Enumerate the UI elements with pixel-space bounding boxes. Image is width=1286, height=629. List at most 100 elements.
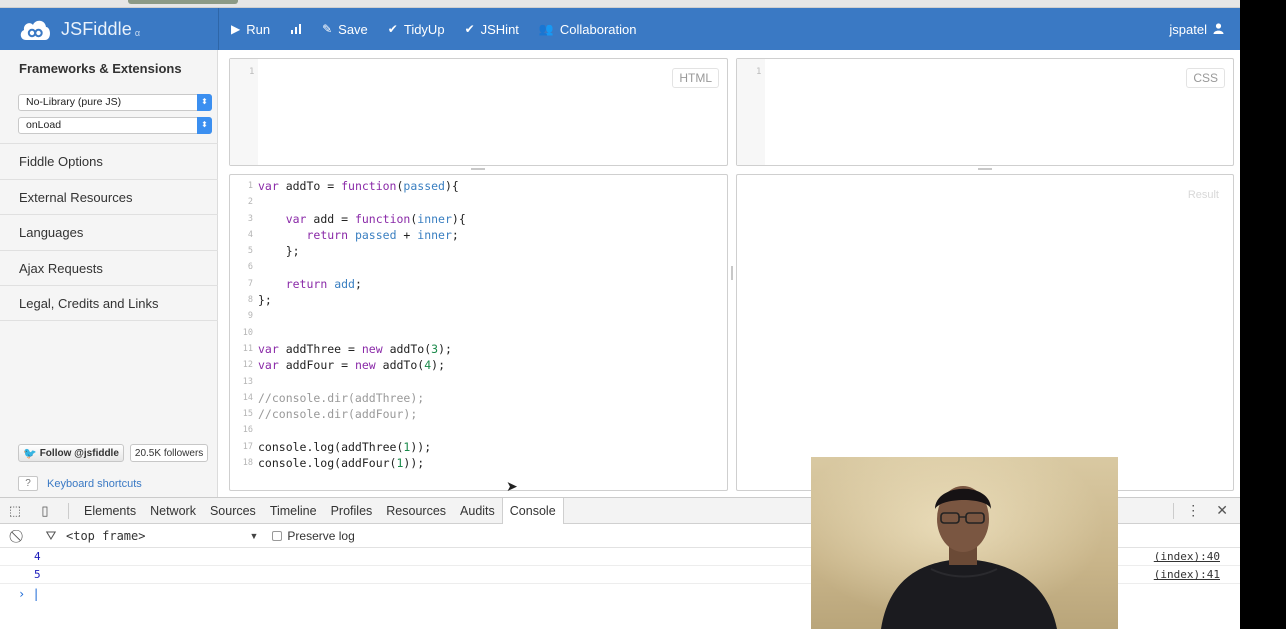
code-token: //console.dir(addFour);: [258, 407, 418, 422]
code-token: add =: [306, 211, 355, 226]
code-token: var: [258, 358, 279, 373]
code-line[interactable]: 13: [230, 374, 729, 390]
keyboard-shortcuts-link[interactable]: Keyboard shortcuts: [47, 478, 142, 490]
tab-timeline[interactable]: Timeline: [263, 498, 324, 524]
code-token: console.log(addThree(: [258, 439, 404, 454]
tidyup-label: TidyUp: [403, 21, 445, 37]
logo[interactable]: JSFiddle α: [18, 16, 140, 42]
js-code[interactable]: 1 var addTo = function(passed){2 3 var add…: [230, 178, 729, 471]
top-header: JSFiddle α ▶ Run ✎ Save ✔ TidyUp ✔ JSHin…: [0, 8, 1240, 50]
library-select[interactable]: No-Library (pure JS) ⬍: [18, 94, 212, 111]
line-number: 16: [242, 425, 253, 436]
browser-top-strip: [0, 0, 1240, 8]
code-line[interactable]: 12 var addFour = new addTo(4);: [230, 357, 729, 373]
code-token: function: [341, 179, 397, 193]
code-line[interactable]: 3 var add = function(inner){: [230, 211, 729, 227]
dropdown-arrow-icon[interactable]: ▼: [249, 531, 258, 541]
code-token: console.log(addFour(: [258, 456, 397, 471]
tab-sources[interactable]: Sources: [203, 498, 263, 524]
code-line[interactable]: 18 console.log(addFour(1));: [230, 455, 729, 471]
tab-network[interactable]: Network: [143, 498, 203, 524]
code-token: };: [258, 293, 272, 308]
code-line[interactable]: 7 return add;: [230, 276, 729, 292]
line-number: 11: [242, 343, 253, 354]
frame-select[interactable]: <top frame>: [66, 529, 145, 543]
play-icon: ▶: [231, 22, 241, 36]
save-button[interactable]: ✎ Save: [312, 8, 378, 50]
tab-elements[interactable]: Elements: [77, 498, 143, 524]
log-source-link[interactable]: (index):40: [1154, 548, 1220, 566]
html-editor-panel[interactable]: 1 HTML: [229, 58, 728, 166]
code-token: var: [258, 179, 279, 193]
code-token: add: [334, 276, 355, 291]
resize-handle-horizontal[interactable]: [978, 168, 992, 170]
resize-handle-vertical[interactable]: [731, 266, 733, 280]
line-number: 5: [247, 246, 253, 257]
code-line[interactable]: 17 console.log(addThree(1));: [230, 439, 729, 455]
tab-console[interactable]: Console: [501, 497, 564, 524]
close-icon[interactable]: ✕: [1216, 502, 1228, 519]
load-type-select[interactable]: onLoad ⬍: [18, 117, 212, 134]
code-line[interactable]: 16: [230, 422, 729, 438]
code-line[interactable]: 10: [230, 325, 729, 341]
more-options-icon[interactable]: ⋮: [1186, 502, 1200, 519]
code-text: return passed + inner;: [258, 228, 458, 242]
code-line[interactable]: 4 return passed + inner;: [230, 227, 729, 243]
html-panel-label: HTML: [672, 68, 719, 88]
line-number: 18: [242, 458, 253, 469]
code-token: var: [258, 341, 279, 356]
jshint-button[interactable]: ✔ JSHint: [455, 8, 529, 50]
followers-count: 20.5K followers: [129, 444, 209, 462]
run-label: Run: [246, 21, 271, 37]
tidyup-button[interactable]: ✔ TidyUp: [378, 8, 455, 50]
code-token: );: [431, 358, 445, 373]
css-editor-panel[interactable]: 1 CSS: [736, 58, 1234, 166]
filter-icon[interactable]: ⛛: [38, 528, 64, 544]
preserve-log-checkbox[interactable]: [272, 530, 283, 541]
tab-resources[interactable]: Resources: [379, 498, 453, 524]
user-menu[interactable]: jspatel: [1169, 8, 1224, 50]
resize-handle-horizontal[interactable]: [471, 168, 485, 170]
sidebar-item-ajax-requests[interactable]: Ajax Requests: [0, 249, 218, 286]
line-number: 6: [247, 262, 253, 273]
select-arrows-icon: ⬍: [197, 94, 212, 111]
sidebar-item-languages[interactable]: Languages: [0, 214, 218, 250]
stats-button[interactable]: [280, 8, 312, 50]
code-text: };: [258, 293, 272, 307]
sidebar-menu: Fiddle Options External Resources Langua…: [0, 143, 218, 321]
code-line[interactable]: 2: [230, 194, 729, 210]
device-mode-icon[interactable]: ▯: [30, 503, 60, 519]
twitter-follow: 🐦 Follow @jsfiddle 20.5K followers: [18, 444, 209, 462]
log-source-link[interactable]: (index):41: [1154, 566, 1220, 584]
sidebar-item-fiddle-options[interactable]: Fiddle Options: [0, 143, 218, 179]
line-number: 17: [242, 441, 253, 452]
js-editor-panel[interactable]: 1 var addTo = function(passed){2 3 var add…: [229, 174, 728, 491]
collaboration-button[interactable]: 👥 Collaboration: [529, 8, 647, 50]
run-button[interactable]: ▶ Run: [221, 8, 280, 50]
code-text: var addTo = function(passed){: [258, 179, 459, 193]
tab-profiles[interactable]: Profiles: [324, 498, 380, 524]
clear-console-icon[interactable]: ⃠: [6, 528, 32, 544]
line-number: 10: [242, 327, 253, 338]
follow-button[interactable]: 🐦 Follow @jsfiddle: [18, 444, 124, 462]
code-line[interactable]: 9: [230, 308, 729, 324]
sidebar-item-legal[interactable]: Legal, Credits and Links: [0, 285, 218, 321]
follow-label: Follow @jsfiddle: [39, 447, 119, 459]
code-line[interactable]: 14 //console.dir(addThree);: [230, 390, 729, 406]
code-line[interactable]: 5 };: [230, 243, 729, 259]
code-line[interactable]: 1 var addTo = function(passed){: [230, 178, 729, 194]
toolbar: ▶ Run ✎ Save ✔ TidyUp ✔ JSHint 👥 Collabo…: [218, 8, 646, 50]
sidebar-item-external-resources[interactable]: External Resources: [0, 178, 218, 215]
inspect-element-icon[interactable]: ⬚: [0, 503, 30, 519]
keyboard-shortcuts[interactable]: ? Keyboard shortcuts: [18, 476, 142, 491]
code-line[interactable]: 11 var addThree = new addTo(3);: [230, 341, 729, 357]
preserve-log-toggle[interactable]: Preserve log: [272, 529, 355, 543]
tab-audits[interactable]: Audits: [453, 498, 502, 524]
code-token: addThree =: [278, 341, 362, 356]
code-line[interactable]: 8};: [230, 292, 729, 308]
code-line[interactable]: 15 //console.dir(addFour);: [230, 406, 729, 422]
code-text: var add = function(inner){: [258, 212, 466, 226]
code-line[interactable]: 6: [230, 259, 729, 275]
